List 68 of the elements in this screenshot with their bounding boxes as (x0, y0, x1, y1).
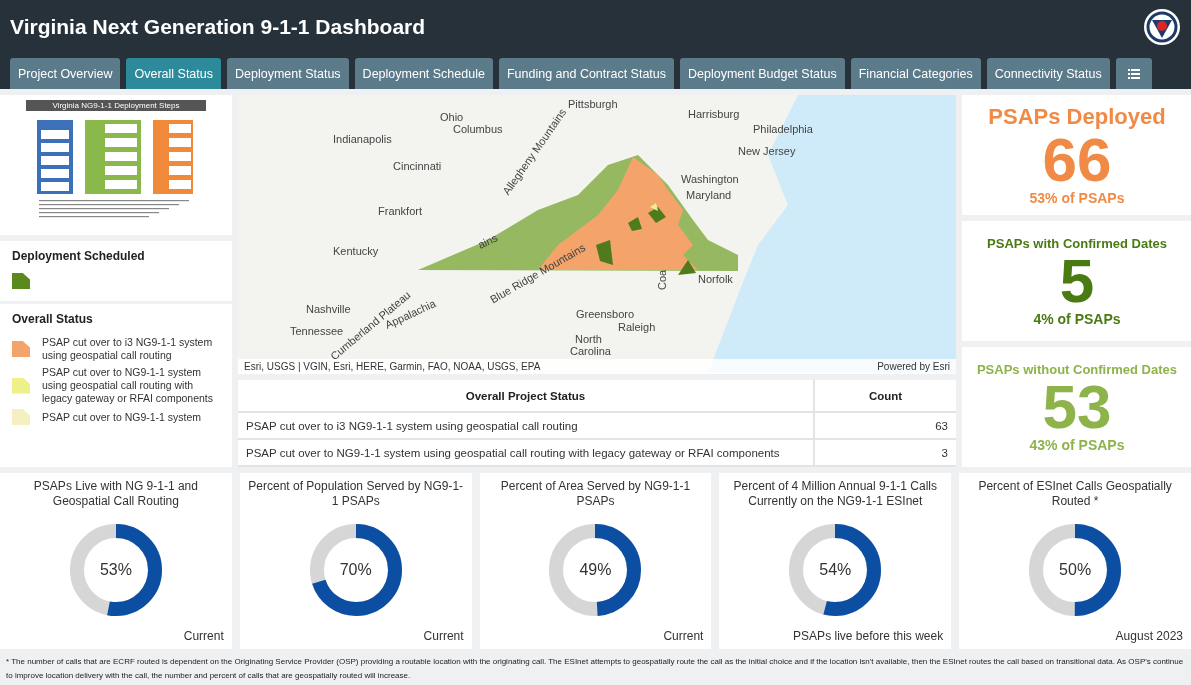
kpi-subtitle: 4% of PSAPs (1033, 310, 1121, 327)
gauge-title: Percent of Population Served by NG9-1-1 PSAPs (247, 479, 464, 510)
gauge-footer: Current (487, 629, 704, 643)
map-label: Harrisburg (688, 108, 740, 120)
kpi-subtitle: 53% of PSAPs (1029, 190, 1125, 206)
kpi-title: PSAPs with Confirmed Dates (987, 235, 1167, 251)
legend-label: PSAP cut over to NG9-1-1 system using geospatial call routing with legacy gateway or RFAI components (42, 366, 214, 405)
tab[interactable]: Project Overview (10, 58, 121, 89)
kpi-value: 66 (1042, 130, 1112, 190)
kpi-subtitle: 43% of PSAPs (1029, 436, 1125, 453)
gauge-title: Percent of 4 Million Annual 9-1-1 Calls Currently on the NG9-1-1 ESInet (732, 479, 938, 510)
column-header: Count (814, 380, 956, 412)
map-label: Nashville (306, 303, 351, 315)
legend-title: Deployment Scheduled (12, 249, 146, 263)
gauge-title: Percent of ESInet Calls Geospatially Routed * (977, 479, 1173, 510)
tab[interactable]: Deployment Schedule (354, 58, 493, 89)
document-title: Virginia NG9-1-1 Deployment Steps (26, 100, 206, 111)
map-label: Cincinnati (393, 160, 442, 172)
legend-label: PSAP cut over to NG9-1-1 system (42, 410, 202, 424)
map-label: Philadelphia (753, 123, 813, 135)
gauge-value: 53% (99, 561, 132, 579)
gauge-footer: Current (247, 629, 464, 643)
kpi-value: 53 (1042, 376, 1112, 437)
map-label: North (575, 333, 602, 345)
gauge-footer: PSAPs live before this week (727, 629, 944, 643)
table-cell: PSAP cut over to i3 NG9-1-1 system using geospatial call routing (238, 412, 814, 439)
map-label: Columbus (453, 123, 503, 135)
map-attribution: Esri, USGS | VGIN, Esri, HERE, Garmin, FAO, NOAA, USGS, EPA (244, 361, 541, 372)
map-label: Norfolk (698, 273, 733, 285)
legend-label: PSAP cut over to i3 NG9-1-1 system using geospatial call routing (42, 336, 214, 362)
kpi-title: PSAPs Deployed (988, 104, 1166, 130)
gauge-title: PSAPs Live with NG 9-1-1 and Geospatial Call Routing (32, 479, 199, 510)
tab[interactable]: Overall Status (126, 58, 221, 89)
gauge-value: 70% (339, 561, 372, 579)
gauge-value: 49% (579, 561, 612, 579)
map-label: New Jersey (738, 145, 796, 157)
tab[interactable]: Funding and Contract Status (498, 58, 675, 89)
tab[interactable]: Connectivity Status (986, 58, 1110, 89)
map-label: Ohio (440, 111, 464, 123)
gauge-value: 54% (819, 561, 852, 579)
map-label: Raleigh (618, 321, 656, 333)
table-cell: PSAP cut over to NG9-1-1 system using geospatial call routing with legacy gateway or RFAI components (238, 439, 814, 466)
map-label: Maryland (686, 189, 732, 201)
gauge-footer: Current (8, 629, 224, 643)
map-label: Coa (656, 269, 668, 290)
tab[interactable]: Deployment Status (227, 58, 349, 89)
footnote-text: * The number of calls that are ECRF routed is dependent on the Originating Service Provider (OSP) providing a routable location with the originating call. The ESInet attempts to geospatially route the call as the initial choice and if the location isn't available, then the ESInet routes the call based on transitional data. As OSP's continue to improve location delivery with the call, the number and percent of calls that are geospatially routed will increase. (6, 656, 1185, 682)
gauge-title: Percent of Area Served by NG9-1-1 PSAPs (499, 479, 692, 510)
map-label: Carolina (570, 345, 611, 357)
gauge-footer: August 2023 (967, 629, 1183, 643)
map-label: Kentucky (333, 245, 379, 257)
table-cell: 63 (814, 412, 956, 439)
map-label: Pittsburgh (568, 98, 618, 110)
dashboard-title: Virginia Next Generation 9-1-1 Dashboard (10, 15, 426, 39)
tab[interactable]: Deployment Budget Status (680, 58, 845, 89)
powered-by-text: Powered by Esri (877, 361, 950, 372)
kpi-value: 5 (1059, 250, 1095, 311)
gauge-value: 50% (1059, 561, 1092, 579)
map-label: Washington (681, 173, 739, 185)
tab[interactable]: Financial Categories (850, 58, 981, 89)
column-header: Overall Project Status (238, 380, 814, 412)
table-cell: 3 (814, 439, 956, 466)
legend-title: Overall Status (12, 312, 94, 326)
map-label: ains (476, 231, 500, 251)
map-label: Frankfort (378, 205, 422, 217)
kpi-title: PSAPs without Confirmed Dates (976, 361, 1178, 377)
map-label: Indianapolis (333, 133, 392, 145)
map-label: Greensboro (576, 308, 635, 320)
